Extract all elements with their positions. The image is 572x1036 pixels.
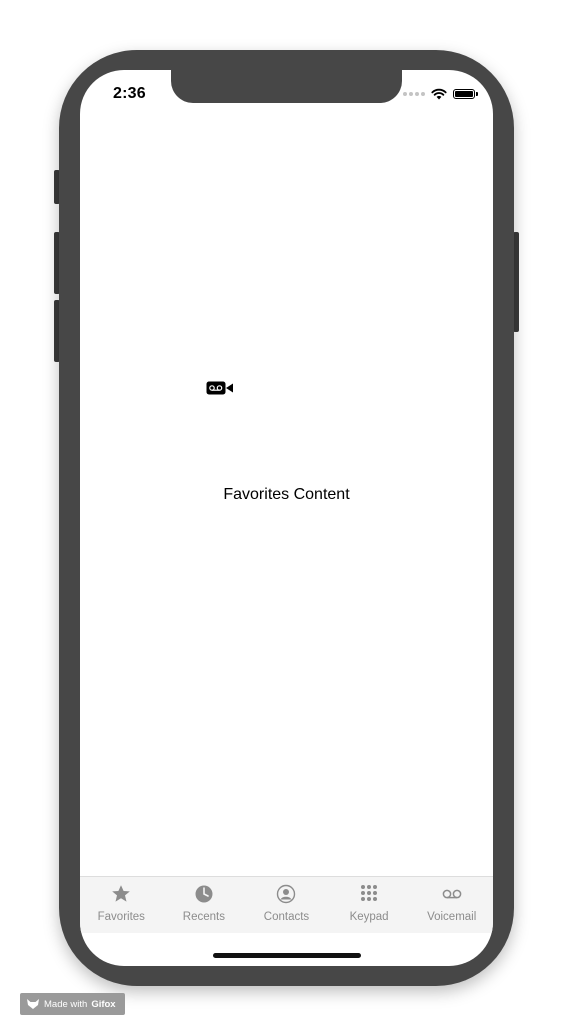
signal-icon xyxy=(403,92,425,96)
status-time: 2:36 xyxy=(113,85,146,102)
voicemail-icon xyxy=(441,883,463,905)
clock-icon xyxy=(193,883,215,905)
gifox-watermark: Made with Gifox xyxy=(20,993,125,1015)
stage: 2:36 Favorites Content Favorites Recents… xyxy=(0,0,572,1036)
tab-label: Recents xyxy=(182,911,225,923)
tab-label: Favorites xyxy=(97,911,145,923)
tab-bar: Favorites Recents Contacts Keypad Voicem… xyxy=(80,876,493,933)
tab-voicemail[interactable]: Voicemail xyxy=(410,877,493,933)
tab-label: Keypad xyxy=(349,911,389,923)
favorites-content-label: Favorites Content xyxy=(223,486,350,503)
tab-label: Contacts xyxy=(263,911,310,923)
tab-contacts[interactable]: Contacts xyxy=(245,877,328,933)
watermark-brand: Gifox xyxy=(91,998,116,1010)
phone-screen: 2:36 Favorites Content Favorites Recents… xyxy=(80,70,493,966)
tab-favorites[interactable]: Favorites xyxy=(80,877,163,933)
fox-icon xyxy=(27,999,39,1009)
home-indicator[interactable] xyxy=(213,953,361,958)
keypad-icon xyxy=(358,883,380,905)
person-circle-icon xyxy=(275,883,297,905)
wifi-icon xyxy=(431,88,447,100)
star-icon xyxy=(110,883,132,905)
status-indicators xyxy=(403,88,478,100)
voicemail-icon xyxy=(206,381,233,395)
notch xyxy=(171,70,402,103)
tab-label: Voicemail xyxy=(427,911,477,923)
watermark-prefix: Made with xyxy=(44,998,88,1010)
battery-icon xyxy=(453,89,478,99)
tab-keypad[interactable]: Keypad xyxy=(328,877,411,933)
tab-recents[interactable]: Recents xyxy=(163,877,246,933)
